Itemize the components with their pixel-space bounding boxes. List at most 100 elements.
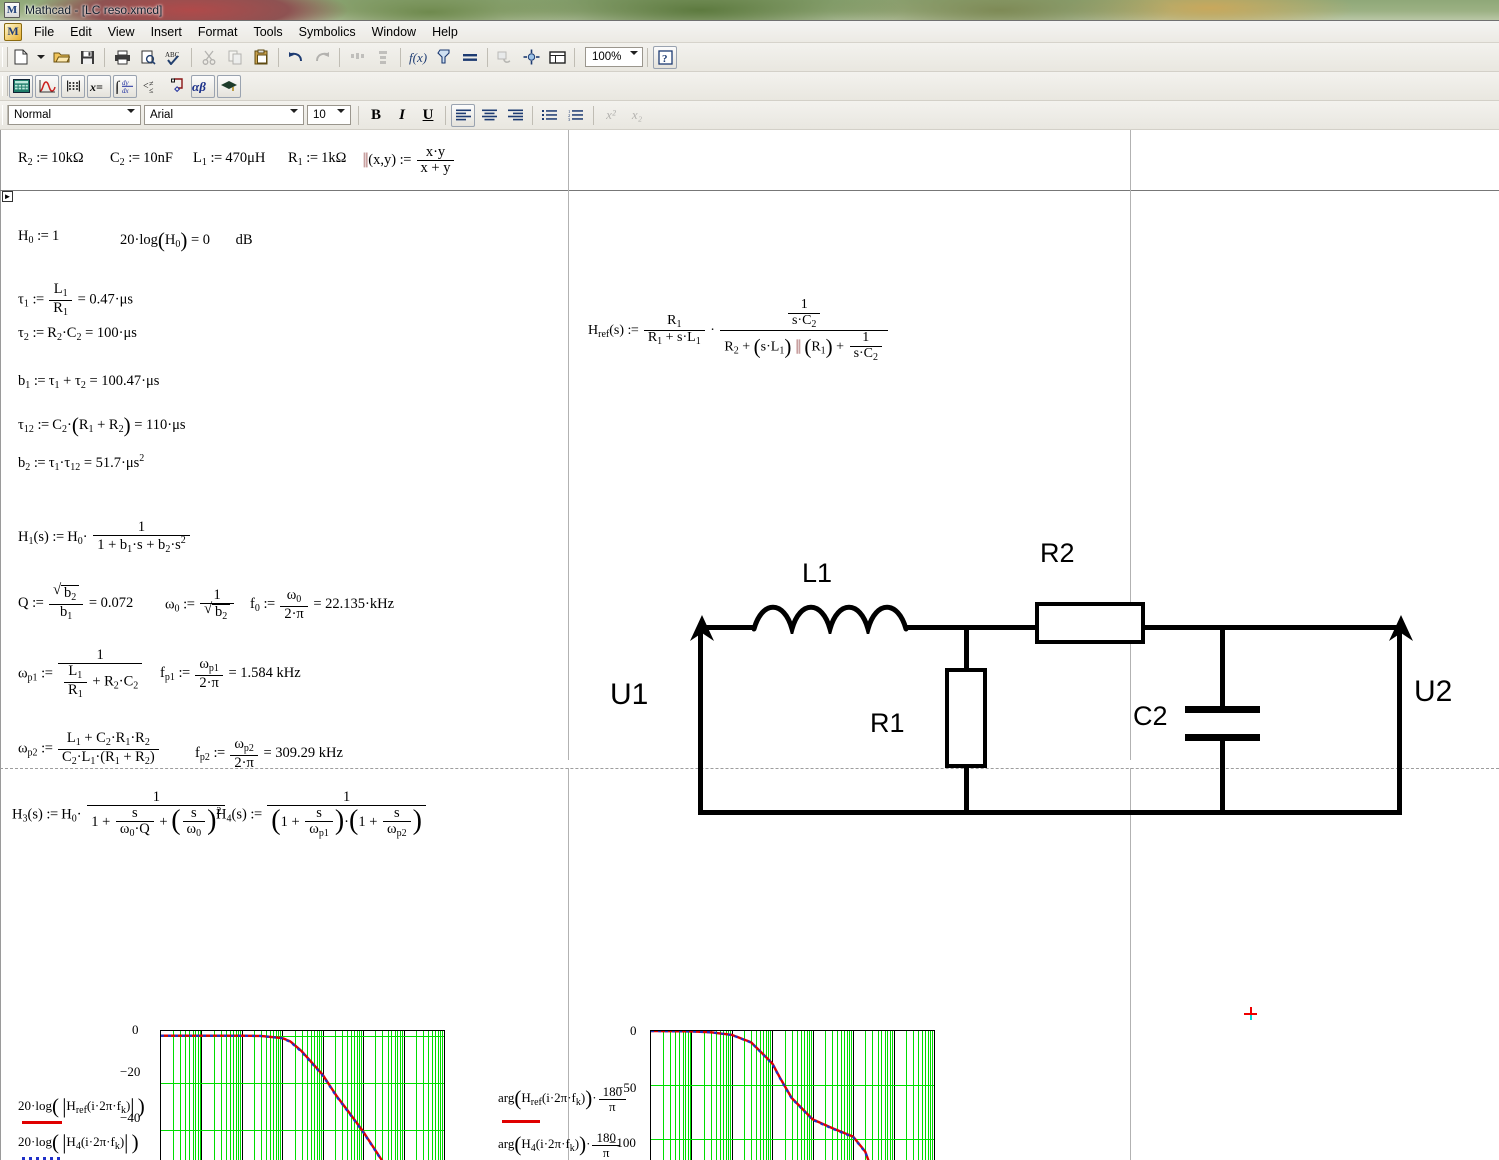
- menu-help[interactable]: Help: [424, 23, 466, 41]
- menu-symbolics[interactable]: Symbolics: [291, 23, 364, 41]
- symbolic-palette-icon[interactable]: [217, 74, 241, 98]
- eq-b1[interactable]: b1 := τ1 + τ2 = 100.47·μs: [18, 373, 159, 392]
- bold-button[interactable]: B: [364, 104, 388, 127]
- insert-area-icon[interactable]: [545, 46, 569, 69]
- plot-curves: [651, 1031, 870, 1160]
- toolbar-separator: [487, 47, 488, 67]
- phase-bode-plot[interactable]: arg(Href(i·2π·fk))· 180 π arg(H4(i·2π·fk))…: [490, 890, 960, 1160]
- print-icon[interactable]: [110, 46, 134, 69]
- menu-insert[interactable]: Insert: [143, 23, 190, 41]
- magnitude-legend-href-line: [22, 1121, 62, 1124]
- numbered-list-icon[interactable]: 123: [564, 104, 588, 127]
- circuit-diagram[interactable]: U1 L1 R1 R2 C2 U2: [610, 420, 1452, 840]
- programming-palette-icon[interactable]: [165, 75, 189, 98]
- menu-tools[interactable]: Tools: [245, 23, 290, 41]
- redo-icon[interactable]: [310, 46, 334, 69]
- menu-view[interactable]: View: [100, 23, 143, 41]
- param-C2[interactable]: C2 := 10nF: [110, 150, 173, 169]
- eq-H0-dB-eval[interactable]: 20·log(H0) = 0 dB: [120, 229, 253, 251]
- underline-button[interactable]: U: [416, 104, 440, 127]
- param-R1[interactable]: R1 := 1kΩ: [288, 150, 346, 169]
- eq-tau12[interactable]: τ12 := C2·(R1 + R2) = 110·μs: [18, 414, 186, 436]
- menu-format[interactable]: Format: [190, 23, 246, 41]
- chevron-down-icon[interactable]: [127, 109, 135, 125]
- document-icon[interactable]: M: [4, 22, 22, 41]
- eq-H4-transfer-function[interactable]: H4(s) := 1 (1 + s ωp1)·(1 + s ωp2): [216, 789, 428, 840]
- eq-tau2[interactable]: τ2 := R2·C2 = 100·μs: [18, 325, 137, 344]
- matrix-palette-icon[interactable]: [61, 74, 85, 98]
- param-parallel-operator-def[interactable]: ∥(x,y) := x·y x + y: [362, 144, 456, 176]
- new-dropdown-icon[interactable]: [35, 46, 47, 69]
- insert-hyperlink-icon[interactable]: [493, 46, 517, 69]
- menu-file[interactable]: File: [26, 23, 62, 41]
- print-preview-icon[interactable]: [136, 46, 160, 69]
- eq-omega-p2[interactable]: ωp2 := L1 + C2·R1·R2 C2·L1·(R1 + R2): [18, 731, 161, 767]
- align-horizontal-icon[interactable]: [345, 46, 369, 69]
- align-left-icon[interactable]: [451, 103, 475, 127]
- collapsed-area-marker[interactable]: ►: [2, 191, 13, 202]
- boolean-palette-icon[interactable]: < ≠ ≤: [139, 75, 163, 98]
- toolbar-grip[interactable]: [2, 76, 8, 96]
- chevron-down-icon[interactable]: [290, 109, 298, 125]
- eq-H3-transfer-function[interactable]: H3(s) := H0· 11 + s ω0·Q + (s ω0)2: [12, 789, 227, 840]
- toolbar-separator: [593, 105, 594, 125]
- toolbar-separator: [191, 47, 192, 67]
- superscript-button[interactable]: x²: [599, 104, 623, 127]
- calculate-equals-icon[interactable]: [458, 46, 482, 69]
- chevron-down-icon[interactable]: [337, 109, 345, 125]
- evaluation-palette-icon[interactable]: x=: [87, 74, 111, 98]
- subscript-button[interactable]: x₂: [625, 104, 649, 127]
- param-L1[interactable]: L1 := 470μH: [193, 150, 265, 169]
- document-canvas[interactable]: ► R2 := 10kΩ C2 := 10nF L1 := 470μH R1 :…: [0, 130, 1499, 1160]
- paste-icon[interactable]: [249, 46, 273, 69]
- calculator-palette-icon[interactable]: [9, 74, 33, 98]
- phase-plot-area[interactable]: [650, 1030, 935, 1160]
- copy-icon[interactable]: [223, 46, 247, 69]
- insert-unit-icon[interactable]: [432, 46, 456, 69]
- insert-function-icon[interactable]: f(x): [406, 46, 430, 69]
- eq-Href-transfer-function[interactable]: Href(s) := R1 R1 + s·L1 · 1 s·C2 R2 + (s·L…: [588, 297, 890, 363]
- chevron-down-icon[interactable]: [630, 51, 638, 67]
- param-R2[interactable]: R2 := 10kΩ: [18, 150, 84, 169]
- eq-f-p2[interactable]: fp2 := ωp2 2·π = 309.29 kHz: [195, 737, 343, 771]
- insert-component-icon[interactable]: [519, 46, 543, 69]
- zoom-value: 100%: [592, 51, 622, 63]
- magnitude-plot-area[interactable]: [160, 1030, 445, 1160]
- magnitude-bode-plot[interactable]: 20·log( |Href(i·2π·fk)| ) 20·log( |H4(i·…: [10, 890, 450, 1160]
- eq-H1-transfer-function[interactable]: H1(s) := H0· 11 + b1·s + b2·s2: [18, 519, 192, 556]
- page-break-vertical-1: [568, 130, 569, 760]
- format-toolbar: Normal Arial 10 B I U 123 x² x₂: [0, 101, 1499, 130]
- align-center-icon[interactable]: [477, 104, 501, 127]
- spell-check-icon[interactable]: ABC: [162, 46, 186, 69]
- eq-omega0[interactable]: ω0 := 1b2: [165, 587, 236, 623]
- eq-b2[interactable]: b2 := τ1·τ12 = 51.7·μs2: [18, 453, 144, 474]
- eq-f0[interactable]: f0 := ω0 2·π = 22.135·kHz: [250, 588, 394, 622]
- cut-icon[interactable]: [197, 46, 221, 69]
- new-document-icon[interactable]: [9, 46, 33, 69]
- italic-button[interactable]: I: [390, 104, 414, 127]
- eq-f-p1[interactable]: fp1 := ωp1 2·π = 1.584 kHz: [160, 657, 301, 691]
- help-icon[interactable]: ?: [653, 45, 677, 69]
- eq-H0-definition[interactable]: H0 := 1: [18, 228, 59, 247]
- eq-Q-factor[interactable]: Q := b2b1 = 0.072: [18, 583, 133, 622]
- greek-palette-icon[interactable]: αβ: [191, 74, 215, 98]
- font-family-combobox[interactable]: Arial: [144, 105, 304, 125]
- toolbar-grip[interactable]: [2, 47, 8, 67]
- wire-output-right: [1397, 632, 1402, 815]
- menu-window[interactable]: Window: [364, 23, 424, 41]
- output-arrow-U2: [1389, 615, 1413, 641]
- bullet-list-icon[interactable]: [538, 104, 562, 127]
- align-vertical-icon[interactable]: [371, 46, 395, 69]
- paragraph-style-combobox[interactable]: Normal: [8, 105, 141, 125]
- align-right-icon[interactable]: [503, 104, 527, 127]
- eq-omega-p1[interactable]: ωp1 := 1 L1 R1 + R2·C2: [18, 647, 144, 700]
- graph-palette-icon[interactable]: [35, 74, 59, 98]
- save-disk-icon[interactable]: [75, 46, 99, 69]
- undo-icon[interactable]: [284, 46, 308, 69]
- open-folder-icon[interactable]: [49, 46, 73, 69]
- calculus-palette-icon[interactable]: ∫ dy dx: [113, 74, 137, 98]
- eq-tau1[interactable]: τ1 := L1 R1 = 0.47·μs: [18, 282, 133, 318]
- zoom-combobox[interactable]: 100%: [585, 47, 643, 67]
- font-size-combobox[interactable]: 10: [307, 105, 351, 125]
- menu-edit[interactable]: Edit: [62, 23, 100, 41]
